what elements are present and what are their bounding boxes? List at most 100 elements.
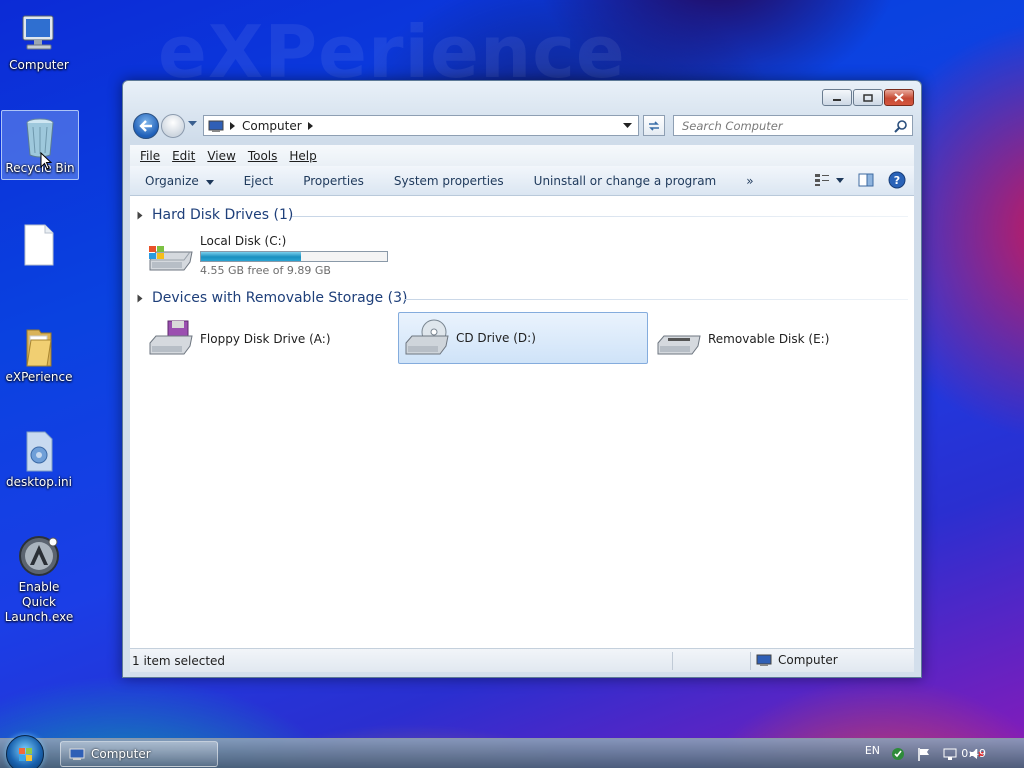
drive-cd-d[interactable]: CD Drive (D:)	[398, 312, 648, 364]
desktop-icon-blank-file[interactable]	[0, 218, 78, 268]
computer-small-icon	[756, 654, 772, 666]
maximize-icon	[863, 93, 873, 102]
refresh-button[interactable]	[643, 115, 665, 136]
breadcrumb-arrow-icon[interactable]	[307, 121, 314, 130]
uninstall-program-button[interactable]: Uninstall or change a program	[519, 174, 732, 188]
system-properties-button[interactable]: System properties	[379, 174, 519, 188]
action-center-flag-icon[interactable]	[916, 746, 932, 762]
menu-file-label: File	[140, 148, 161, 163]
network-icon[interactable]	[942, 746, 958, 762]
address-bar[interactable]: Computer	[203, 115, 639, 136]
maximize-button[interactable]	[853, 89, 883, 106]
organize-button[interactable]: Organize	[130, 174, 229, 188]
computer-small-icon	[208, 120, 224, 132]
back-button[interactable]	[133, 113, 159, 139]
drive-removable-e[interactable]: Removable Disk (E:)	[654, 317, 829, 361]
settings-file-icon	[17, 429, 61, 473]
start-button[interactable]	[6, 735, 44, 768]
command-bar: Organize Eject Properties System propert…	[130, 166, 914, 196]
taskbar-clock[interactable]: 0:49	[961, 747, 986, 760]
navigation-bar: Computer Search Computer	[131, 113, 913, 139]
menu-view[interactable]: View	[207, 149, 235, 163]
menu-edit-label: Edit	[172, 148, 196, 163]
system-tray: EN	[865, 739, 1024, 768]
location-status: Computer	[756, 653, 838, 667]
search-input[interactable]: Search Computer	[673, 115, 913, 136]
desktop-icon-desktop-ini[interactable]: desktop.ini	[0, 425, 78, 490]
change-view-button[interactable]	[814, 173, 844, 187]
breadcrumb-arrow-icon[interactable]	[230, 121, 236, 130]
group-divider	[404, 299, 908, 300]
forward-button[interactable]	[161, 114, 185, 138]
status-separator	[750, 652, 751, 670]
minimize-button[interactable]	[822, 89, 852, 106]
close-icon	[894, 93, 904, 102]
quick-launch-app-icon	[17, 534, 61, 578]
drive-label: Removable Disk (E:)	[708, 332, 830, 346]
drive-details: Local Disk (C:) 4.55 GB free of 9.89 GB	[200, 234, 388, 277]
group-title: Devices with Removable Storage (3)	[152, 290, 408, 306]
menu-view-label: View	[207, 148, 236, 163]
taskbar-window-computer[interactable]: Computer	[60, 741, 218, 767]
chevron-down-icon	[836, 177, 844, 183]
selection-status: 1 item selected	[132, 654, 226, 668]
view-list-icon	[815, 174, 829, 186]
svg-text:?: ?	[894, 174, 900, 187]
preview-pane-icon[interactable]	[858, 173, 874, 187]
menu-help-label: Help	[289, 148, 317, 163]
desktop-icon-label: Computer	[9, 58, 69, 72]
drive-local-disk-c[interactable]: Local Disk (C:) 4.55 GB free of 9.89 GB	[146, 234, 388, 277]
desktop-icon-computer[interactable]: Computer	[0, 8, 78, 73]
drive-label: CD Drive (D:)	[456, 331, 536, 345]
help-icon[interactable]: ?	[888, 171, 906, 189]
content-pane[interactable]: Hard Disk Drives (1) Local Disk (C:) 4.5…	[130, 196, 914, 648]
group-divider	[292, 216, 908, 217]
breadcrumb-computer[interactable]: Computer	[242, 119, 302, 133]
menu-tools-label: Tools	[247, 148, 278, 163]
close-button[interactable]	[884, 89, 914, 106]
eject-button[interactable]: Eject	[229, 174, 289, 188]
language-indicator[interactable]: EN	[865, 744, 880, 757]
removable-disk-icon	[654, 319, 702, 359]
drive-floppy-a[interactable]: Floppy Disk Drive (A:)	[146, 317, 331, 361]
more-commands-button[interactable]: »	[731, 174, 768, 188]
group-header-removable-storage[interactable]: Devices with Removable Storage (3)	[136, 290, 407, 306]
caption-buttons	[822, 89, 914, 106]
desktop-icon-enable-quick-launch[interactable]: Enable Quick Launch.exe	[0, 530, 78, 625]
drive-label: Floppy Disk Drive (A:)	[200, 332, 331, 346]
capacity-bar-fill	[201, 252, 302, 261]
menu-edit[interactable]: Edit	[172, 149, 195, 163]
desktop-icon-label: eXPerience	[5, 370, 73, 384]
capacity-bar	[200, 251, 388, 262]
menu-file[interactable]: File	[140, 149, 160, 163]
menu-tools[interactable]: Tools	[248, 149, 278, 163]
blank-document-icon	[17, 222, 61, 266]
security-check-icon[interactable]	[890, 746, 906, 762]
recent-pages-dropdown-icon[interactable]	[188, 121, 197, 127]
desktop-icon-label: Enable Quick Launch.exe	[4, 580, 74, 624]
desktop-icon-experience-folder[interactable]: eXPerience	[0, 320, 78, 385]
cd-drive-icon	[402, 318, 450, 358]
drive-free-space: 4.55 GB free of 9.89 GB	[200, 264, 331, 277]
collapse-triangle-icon[interactable]	[137, 294, 143, 302]
status-bar: 1 item selected Computer	[130, 648, 914, 672]
group-title: Hard Disk Drives (1)	[152, 207, 294, 223]
windows-hard-drive-icon	[146, 236, 194, 276]
desktop-icon-label: desktop.ini	[6, 475, 72, 489]
taskbar-window-label: Computer	[91, 747, 151, 761]
location-label: Computer	[778, 653, 838, 667]
address-dropdown-icon[interactable]	[623, 123, 632, 129]
windows-logo-icon	[19, 748, 32, 761]
search-icon[interactable]	[894, 119, 908, 133]
properties-button[interactable]: Properties	[288, 174, 379, 188]
folder-icon	[17, 324, 61, 368]
minimize-icon	[833, 98, 841, 101]
status-separator	[672, 652, 673, 670]
menu-help[interactable]: Help	[289, 149, 316, 163]
floppy-drive-icon	[146, 319, 194, 359]
collapse-triangle-icon[interactable]	[137, 211, 143, 219]
arrow-left-icon	[139, 120, 152, 132]
menu-bar: File Edit View Tools Help	[130, 145, 914, 166]
group-header-hard-disk-drives[interactable]: Hard Disk Drives (1)	[136, 207, 293, 223]
explorer-window[interactable]: Computer Search Computer File Edit View …	[122, 80, 922, 678]
